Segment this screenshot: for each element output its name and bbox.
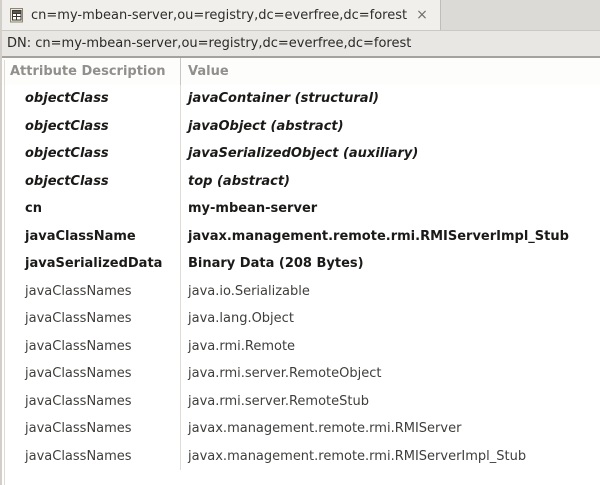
table-row[interactable]: javaClassNames javax.management.remote.r… xyxy=(2,442,600,470)
entry-table-icon xyxy=(10,8,24,23)
table-row[interactable]: javaClassNames java.rmi.server.RemoteStu… xyxy=(2,387,600,415)
table-row[interactable]: javaClassName javax.management.remote.rm… xyxy=(2,222,600,250)
value-cell: java.io.Serializable xyxy=(180,277,600,305)
attributes-table: Attribute Description Value objectClass … xyxy=(2,58,600,470)
table-row[interactable]: javaSerializedData Binary Data (208 Byte… xyxy=(2,250,600,278)
tab-bar: cn=my-mbean-server,ou=registry,dc=everfr… xyxy=(2,0,600,31)
attribute-description-cell: cn xyxy=(25,201,42,217)
table-row[interactable]: javaClassNames java.io.Serializable xyxy=(2,277,600,305)
attribute-description-cell: javaSerializedData xyxy=(25,256,163,272)
attribute-description-cell: objectClass xyxy=(25,173,109,189)
table-row[interactable]: objectClass javaSerializedObject (auxili… xyxy=(2,140,600,168)
table-row[interactable]: javaClassNames java.rmi.server.RemoteObj… xyxy=(2,360,600,388)
table-row[interactable]: objectClass javaContainer (structural) xyxy=(2,85,600,113)
attribute-description-cell: javaClassNames xyxy=(25,311,132,327)
value-cell: javaObject (abstract) xyxy=(180,112,600,140)
close-icon[interactable]: × xyxy=(416,8,428,22)
attribute-description-cell: objectClass xyxy=(25,118,109,134)
tab-label: cn=my-mbean-server,ou=registry,dc=everfr… xyxy=(31,7,408,23)
value-cell: my-mbean-server xyxy=(180,195,600,223)
value-cell: java.rmi.Remote xyxy=(180,332,600,360)
attribute-description-cell: objectClass xyxy=(25,91,109,107)
value-cell: javax.management.remote.rmi.RMIServerImp… xyxy=(180,442,600,470)
attribute-description-cell: javaClassName xyxy=(25,228,136,244)
attribute-description-cell: javaClassNames xyxy=(25,338,132,354)
dn-bar: DN: cn=my-mbean-server,ou=registry,dc=ev… xyxy=(2,31,600,58)
left-gutter-line xyxy=(4,60,5,485)
value-cell: java.lang.Object xyxy=(180,305,600,333)
value-cell: Binary Data (208 Bytes) xyxy=(180,250,600,278)
attribute-description-cell: javaClassNames xyxy=(25,283,132,299)
value-cell: javaSerializedObject (auxiliary) xyxy=(180,140,600,168)
attribute-description-cell: objectClass xyxy=(25,146,109,162)
attribute-description-cell: javaClassNames xyxy=(25,421,132,437)
attribute-description-cell: javaClassNames xyxy=(25,393,132,409)
value-cell: java.rmi.server.RemoteObject xyxy=(180,360,600,388)
attribute-description-cell: javaClassNames xyxy=(25,366,132,382)
column-header-attribute-description[interactable]: Attribute Description xyxy=(2,58,180,85)
table-row[interactable]: javaClassNames javax.management.remote.r… xyxy=(2,415,600,443)
table-body: objectClass javaContainer (structural) o… xyxy=(2,85,600,470)
table-header: Attribute Description Value xyxy=(2,58,600,85)
value-cell: javax.management.remote.rmi.RMIServerImp… xyxy=(180,222,600,250)
value-cell: java.rmi.server.RemoteStub xyxy=(180,387,600,415)
tab-entry-editor[interactable]: cn=my-mbean-server,ou=registry,dc=everfr… xyxy=(2,0,441,30)
dn-text: DN: cn=my-mbean-server,ou=registry,dc=ev… xyxy=(7,36,412,51)
table-row[interactable]: javaClassNames java.lang.Object xyxy=(2,305,600,333)
value-cell: javaContainer (structural) xyxy=(180,85,600,113)
value-cell: javax.management.remote.rmi.RMIServer xyxy=(180,415,600,443)
entry-editor-window: cn=my-mbean-server,ou=registry,dc=everfr… xyxy=(0,0,600,485)
attribute-description-cell: javaClassNames xyxy=(25,448,132,464)
value-cell: top (abstract) xyxy=(180,167,600,195)
table-row[interactable]: objectClass top (abstract) xyxy=(2,167,600,195)
table-row[interactable]: javaClassNames java.rmi.Remote xyxy=(2,332,600,360)
table-row[interactable]: objectClass javaObject (abstract) xyxy=(2,112,600,140)
table-row[interactable]: cn my-mbean-server xyxy=(2,195,600,223)
column-header-value[interactable]: Value xyxy=(180,58,600,85)
